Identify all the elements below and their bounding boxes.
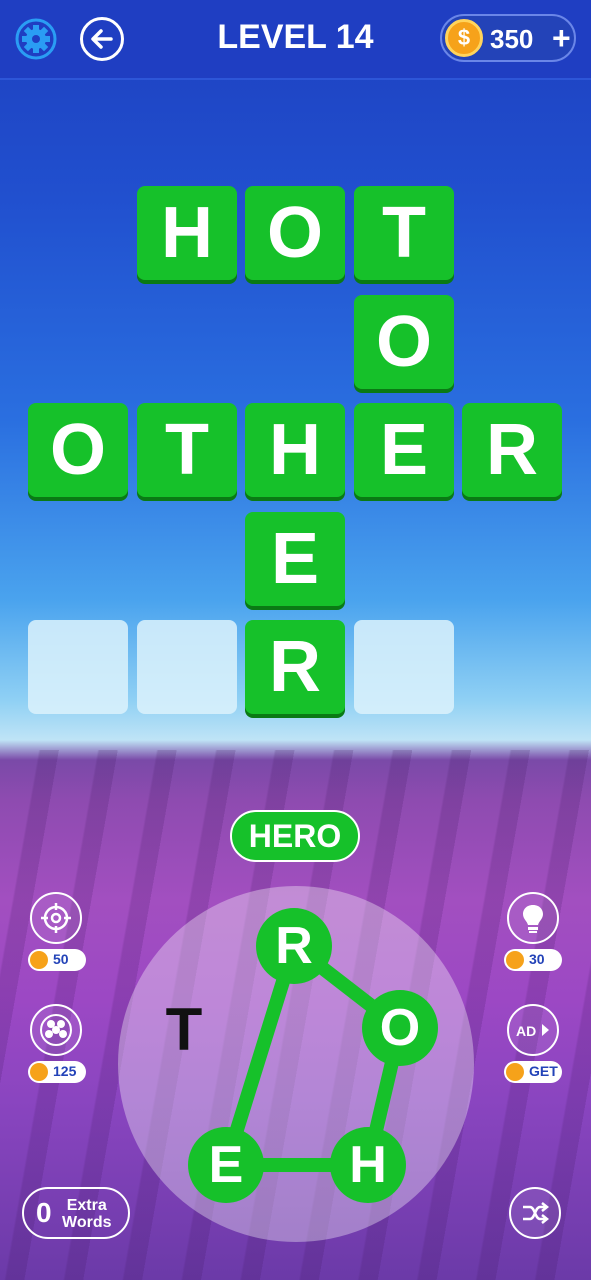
wheel-letter[interactable]: R (256, 908, 332, 984)
empty-tile (354, 620, 454, 714)
coin-icon (506, 1063, 524, 1081)
coin-count: 350 (490, 24, 534, 54)
add-coins-icon: + (552, 20, 571, 56)
shuffle-icon (523, 1202, 550, 1224)
letter-tile: E (245, 512, 345, 606)
coin-icon (506, 951, 524, 969)
target-cost-badge: 50 (28, 949, 86, 971)
coin-icon: $ (445, 19, 483, 57)
letter-tile: O (28, 403, 128, 497)
multi-bulb-icon (40, 1014, 72, 1046)
ad-play-icon: AD (516, 1023, 549, 1039)
current-word-pill: HERO (230, 810, 360, 862)
watch-ad-button[interactable]: AD (507, 1004, 559, 1056)
shuffle-button[interactable] (509, 1187, 561, 1239)
crosshair-icon (41, 903, 71, 933)
wheel-letter[interactable]: O (362, 990, 438, 1066)
empty-tile (137, 620, 237, 714)
letter-tile: E (354, 403, 454, 497)
wheel-letter[interactable]: H (330, 1127, 406, 1203)
multi-hint-cost-badge: 125 (28, 1061, 86, 1083)
empty-tile (28, 620, 128, 714)
coin-icon (30, 951, 48, 969)
wheel-letter[interactable]: E (188, 1127, 264, 1203)
letter-wheel[interactable]: R O H E T (118, 886, 474, 1242)
extra-words-button[interactable]: 0 Extra Words (22, 1187, 130, 1239)
letter-tile: T (354, 186, 454, 280)
wheel-letter[interactable]: T (146, 992, 222, 1068)
extra-words-count: 0 (36, 1197, 52, 1228)
letter-tile: H (137, 186, 237, 280)
extra-words-label: Extra Words (62, 1197, 112, 1231)
ad-label: AD (516, 1023, 536, 1039)
letter-tile: H (245, 403, 345, 497)
letter-tile: R (245, 620, 345, 714)
top-bar: LEVEL 14 $ 350 + (0, 0, 591, 80)
coin-icon (30, 1063, 48, 1081)
target-booster-button[interactable] (30, 892, 82, 944)
hint-booster-button[interactable] (507, 892, 559, 944)
letter-tile: T (137, 403, 237, 497)
letter-tile: O (354, 295, 454, 389)
letter-tile: R (462, 403, 562, 497)
coin-balance-button[interactable]: $ 350 + (440, 14, 576, 62)
ad-reward-badge: GET (504, 1061, 562, 1083)
letter-tile: O (245, 186, 345, 280)
lightbulb-icon (523, 905, 543, 933)
hint-cost-badge: 30 (504, 949, 562, 971)
multi-hint-booster-button[interactable] (30, 1004, 82, 1056)
